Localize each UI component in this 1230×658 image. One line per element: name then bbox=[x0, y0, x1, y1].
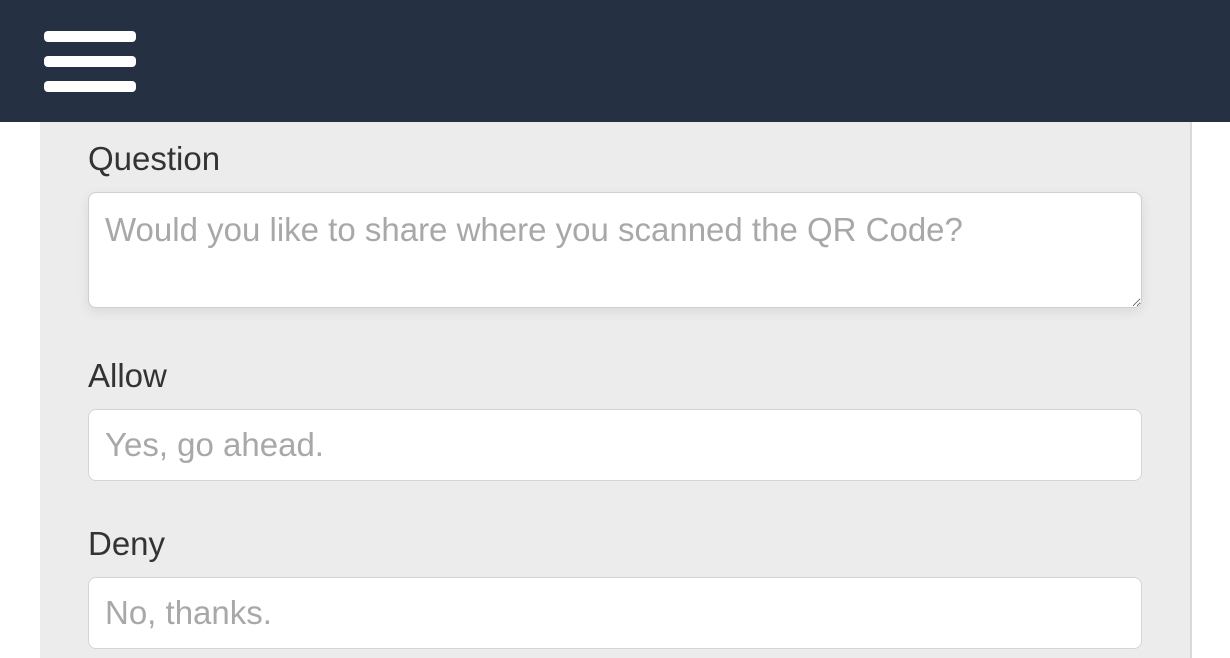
app-header bbox=[0, 0, 1230, 122]
hamburger-bar bbox=[44, 56, 136, 67]
question-label: Question bbox=[88, 140, 1142, 178]
allow-label: Allow bbox=[88, 357, 1142, 395]
hamburger-icon[interactable] bbox=[44, 31, 136, 92]
allow-input[interactable] bbox=[88, 409, 1142, 481]
form-card: Question Allow Deny bbox=[40, 122, 1190, 658]
field-group-question: Question bbox=[88, 140, 1142, 313]
hamburger-bar bbox=[44, 31, 136, 42]
deny-input[interactable] bbox=[88, 577, 1142, 649]
field-group-allow: Allow bbox=[88, 357, 1142, 481]
page-body: Question Allow Deny bbox=[0, 122, 1230, 658]
hamburger-bar bbox=[44, 81, 136, 92]
field-group-deny: Deny bbox=[88, 525, 1142, 649]
deny-label: Deny bbox=[88, 525, 1142, 563]
question-input[interactable] bbox=[88, 192, 1142, 308]
